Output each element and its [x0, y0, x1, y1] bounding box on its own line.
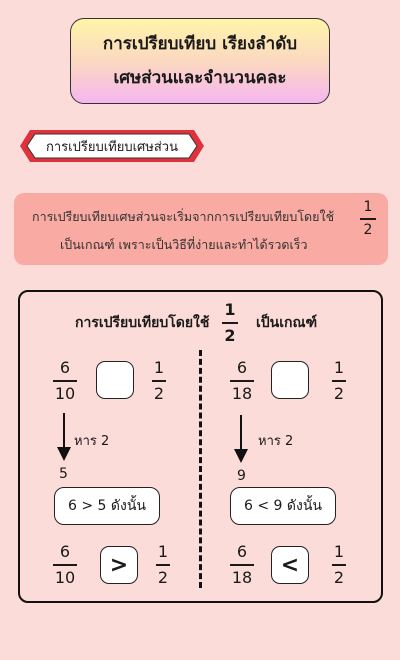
- right-answer-box[interactable]: [271, 361, 309, 399]
- left-answer-box[interactable]: [96, 361, 134, 399]
- fraction-numerator: 6: [236, 542, 248, 561]
- title-line-2: เศษส่วนและจำนวนคละ: [113, 68, 287, 88]
- fraction-denominator: 2: [333, 567, 345, 587]
- example-header-after: เป็นเกณฑ์: [256, 315, 318, 331]
- right-benchmark-bottom: 1 2: [332, 542, 346, 588]
- right-quotient: 9: [237, 468, 246, 484]
- section-ribbon: การเปรียบเทียบเศษส่วน: [18, 129, 206, 163]
- left-result-symbol: >: [100, 546, 138, 584]
- fraction-numerator: 1: [333, 542, 345, 561]
- fraction-denominator: 2: [333, 383, 345, 403]
- info-box: การเปรียบเทียบเศษส่วนจะเริ่มจากการเปรียบ…: [14, 193, 388, 265]
- fraction-denominator: 10: [54, 383, 76, 403]
- fraction-numerator: 1: [363, 199, 373, 215]
- example-header-before: การเปรียบเทียบโดยใช้: [75, 315, 210, 331]
- right-divide-label: หาร 2: [258, 434, 294, 449]
- left-benchmark-bottom: 1 2: [156, 542, 170, 588]
- info-line-1: การเปรียบเทียบเศษส่วนจะเริ่มจากการเปรียบ…: [32, 209, 335, 224]
- fraction-denominator: 2: [157, 567, 169, 587]
- fraction-numerator: 6: [59, 542, 71, 561]
- dashed-divider: [199, 350, 202, 588]
- fraction-numerator: 1: [224, 300, 236, 319]
- right-down-arrow-icon: [234, 415, 248, 463]
- fraction-numerator: 1: [333, 358, 345, 377]
- left-quotient: 5: [59, 466, 68, 482]
- right-fraction-bottom: 6 18: [230, 542, 254, 588]
- ribbon-label: การเปรียบเทียบเศษส่วน: [46, 139, 178, 155]
- left-comparison: 6 > 5 ดังนั้น: [54, 487, 160, 525]
- left-divide-label: หาร 2: [74, 434, 110, 449]
- right-comparison: 6 < 9 ดังนั้น: [230, 487, 336, 525]
- left-fraction-bottom: 6 10: [53, 542, 77, 588]
- left-benchmark-top: 1 2: [152, 358, 166, 404]
- fraction-denominator: 18: [231, 383, 253, 403]
- title-box: การเปรียบเทียบ เรียงลำดับ เศษส่วนและจำนว…: [70, 18, 330, 104]
- title-line-1: การเปรียบเทียบ เรียงลำดับ: [102, 34, 298, 54]
- fraction-denominator: 2: [363, 221, 373, 238]
- left-fraction-top: 6 10: [53, 358, 77, 404]
- fraction-numerator: 1: [153, 358, 165, 377]
- fraction-denominator: 10: [54, 567, 76, 587]
- info-line-2: เป็นเกณฑ์ เพราะเป็นวิธีที่ง่ายและทำได้รว…: [60, 237, 308, 252]
- fraction-denominator: 2: [153, 383, 165, 403]
- fraction-denominator: 18: [231, 567, 253, 587]
- fraction-numerator: 6: [59, 358, 71, 377]
- right-result-symbol: <: [271, 546, 309, 584]
- fraction-numerator: 6: [236, 358, 248, 377]
- info-fraction: 1 2: [360, 199, 376, 239]
- left-down-arrow-icon: [57, 413, 71, 461]
- right-fraction-top: 6 18: [230, 358, 254, 404]
- right-benchmark-top: 1 2: [332, 358, 346, 404]
- fraction-denominator: 2: [224, 325, 236, 345]
- example-header-fraction: 1 2: [222, 300, 238, 346]
- fraction-numerator: 1: [157, 542, 169, 561]
